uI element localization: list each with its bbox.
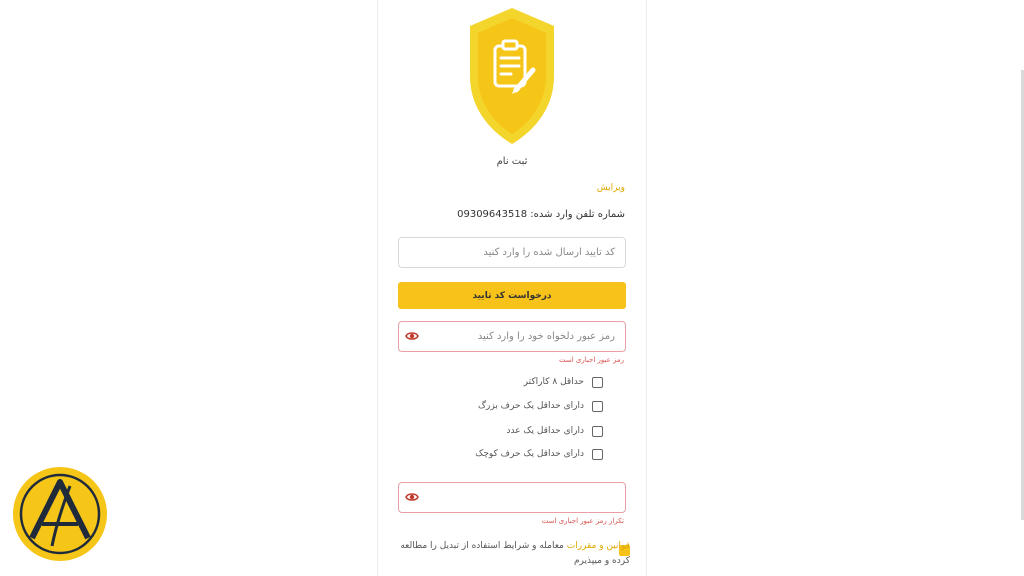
rule-label: دارای حداقل یک عدد	[506, 426, 584, 436]
phone-label: شماره تلفن وارد شده:	[530, 209, 625, 220]
rule-label: دارای حداقل یک حرف بزرگ	[477, 401, 584, 411]
confirm-password-error: تکرار رمز عبور اجباری است	[541, 517, 624, 525]
password-error: رمز عبور اجباری است	[558, 356, 624, 364]
rule-checkbox[interactable]	[592, 448, 603, 460]
eye-icon[interactable]	[405, 490, 419, 504]
logo-icon	[13, 467, 107, 561]
terms-text: قوانین و مقررات معامله و شرایط استفاده ا…	[398, 539, 630, 569]
rule-item: دارای حداقل یک حرف بزرگ	[478, 399, 603, 413]
rule-item: دارای حداقل یک حرف کوچک	[475, 447, 603, 461]
terms-link[interactable]: قوانین و مقررات	[567, 541, 630, 551]
phone-number: 09309643518	[457, 209, 528, 220]
password-input[interactable]	[398, 321, 626, 352]
rule-item: حداقل ۸ کاراکتر	[524, 375, 603, 389]
edit-phone-link[interactable]: ویرایش	[597, 183, 625, 193]
rule-label: حداقل ۸ کاراکتر	[523, 377, 584, 387]
rule-checkbox[interactable]	[592, 400, 603, 412]
page-title: ثبت نام	[496, 156, 528, 167]
rule-checkbox[interactable]	[592, 425, 603, 437]
request-code-button[interactable]: درخواست کد تایید	[398, 282, 626, 309]
eye-icon[interactable]	[405, 329, 419, 343]
verification-code-input[interactable]	[398, 237, 626, 268]
confirm-password-input[interactable]	[398, 482, 626, 513]
phone-line: شماره تلفن وارد شده: 09309643518	[457, 209, 625, 220]
shield-clipboard-icon	[470, 8, 554, 144]
rule-checkbox[interactable]	[592, 376, 603, 388]
rule-label: دارای حداقل یک حرف کوچک	[475, 449, 584, 459]
rule-item: دارای حداقل یک عدد	[506, 424, 603, 438]
